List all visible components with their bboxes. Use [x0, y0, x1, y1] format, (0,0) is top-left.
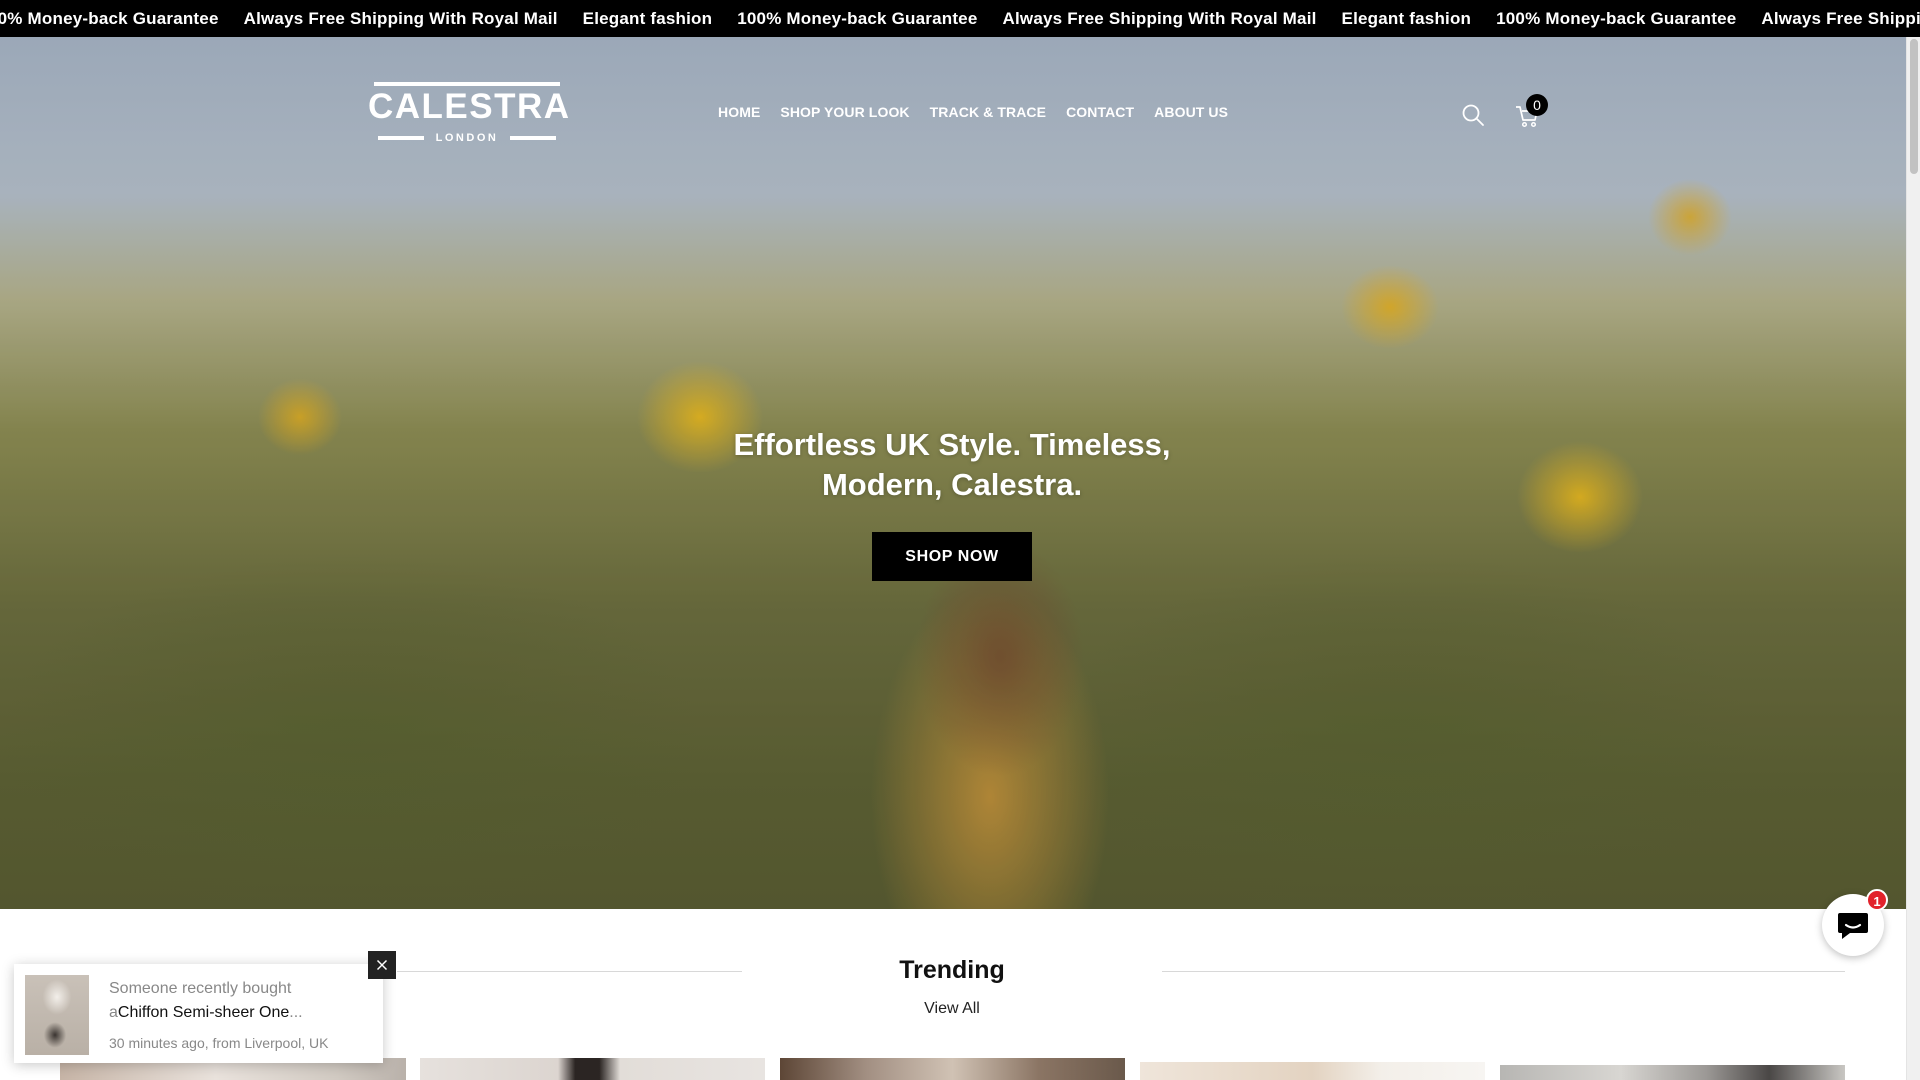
- announcement-item: 00% Money-back Guarantee: [0, 8, 219, 28]
- popup-product-image[interactable]: [25, 975, 89, 1055]
- nav-shop-your-look[interactable]: SHOP YOUR LOOK: [780, 104, 909, 120]
- logo-bar: [510, 136, 557, 140]
- popup-product-line[interactable]: aChiffon Semi-sheer One...: [109, 1004, 303, 1022]
- logo-name: CALESTRA: [368, 87, 571, 126]
- popup-ellipsis: ...: [289, 1004, 303, 1021]
- close-icon[interactable]: [368, 951, 396, 979]
- popup-headline: Someone recently bought: [109, 980, 292, 997]
- popup-time-location: 30 minutes ago, from Liverpool, UK: [109, 1035, 329, 1051]
- logo-subtitle: LONDON: [435, 132, 499, 144]
- hero-title-line: Modern, Calestra.: [821, 467, 1083, 502]
- popup-prefix: a: [109, 1004, 118, 1021]
- product-card[interactable]: [420, 1058, 765, 1080]
- announcement-bar: 00% Money-back Guarantee Always Free Shi…: [0, 0, 1920, 37]
- trending-title: Trending: [899, 956, 1005, 984]
- announcement-item: Always Free Shipping With Royal Mail: [1002, 8, 1317, 28]
- product-card[interactable]: [1500, 1065, 1845, 1080]
- announcement-item: 100% Money-back Guarantee: [737, 8, 978, 28]
- product-card[interactable]: [780, 1058, 1125, 1080]
- nav-track-trace[interactable]: TRACK & TRACE: [930, 104, 1046, 120]
- nav-contact[interactable]: CONTACT: [1066, 104, 1134, 120]
- popup-product-name[interactable]: Chiffon Semi-sheer One: [118, 1004, 289, 1021]
- chat-notification-badge: 1: [1866, 889, 1888, 911]
- site-logo[interactable]: CALESTRA LONDON: [368, 82, 571, 145]
- announcement-item: 100% Money-back Guarantee: [1496, 8, 1737, 28]
- logo-bar: [377, 136, 424, 140]
- view-all-link[interactable]: View All: [880, 1000, 1024, 1018]
- scrollbar-thumb[interactable]: [1910, 39, 1918, 174]
- recent-purchase-popup[interactable]: Someone recently bought aChiffon Semi-sh…: [14, 964, 383, 1063]
- logo-sub-row: LONDON: [368, 131, 566, 145]
- announcement-item: Always Free Shipping With: [1761, 8, 1920, 28]
- hero-title-line: Effortless UK Style. Timeless,: [733, 427, 1171, 462]
- nav-home[interactable]: HOME: [718, 104, 760, 120]
- main-nav: HOME SHOP YOUR LOOK TRACK & TRACE CONTAC…: [718, 104, 1228, 120]
- announcement-track: 00% Money-back Guarantee Always Free Shi…: [0, 0, 1920, 37]
- trending-divider-right: [1162, 971, 1845, 972]
- page: 00% Money-back Guarantee Always Free Shi…: [0, 0, 1920, 1080]
- announcement-item: Always Free Shipping With Royal Mail: [243, 8, 558, 28]
- product-card[interactable]: [1140, 1062, 1485, 1080]
- page-scrollbar[interactable]: [1906, 37, 1920, 1080]
- hero-banner: CALESTRA LONDON HOME SHOP YOUR LOOK TRAC…: [0, 37, 1906, 909]
- announcement-item: Elegant fashion: [582, 8, 713, 28]
- chat-icon: [1838, 913, 1868, 939]
- nav-about-us[interactable]: ABOUT US: [1154, 104, 1228, 120]
- announcement-item: Elegant fashion: [1341, 8, 1472, 28]
- cart-count-badge: 0: [1526, 94, 1548, 116]
- shop-now-button[interactable]: SHOP NOW: [872, 532, 1032, 581]
- hero-title: Effortless UK Style. Timeless, Modern, C…: [700, 425, 1204, 505]
- trending-divider-left: [397, 971, 742, 972]
- search-icon[interactable]: [1461, 103, 1485, 127]
- logo-top-rule: [374, 82, 560, 86]
